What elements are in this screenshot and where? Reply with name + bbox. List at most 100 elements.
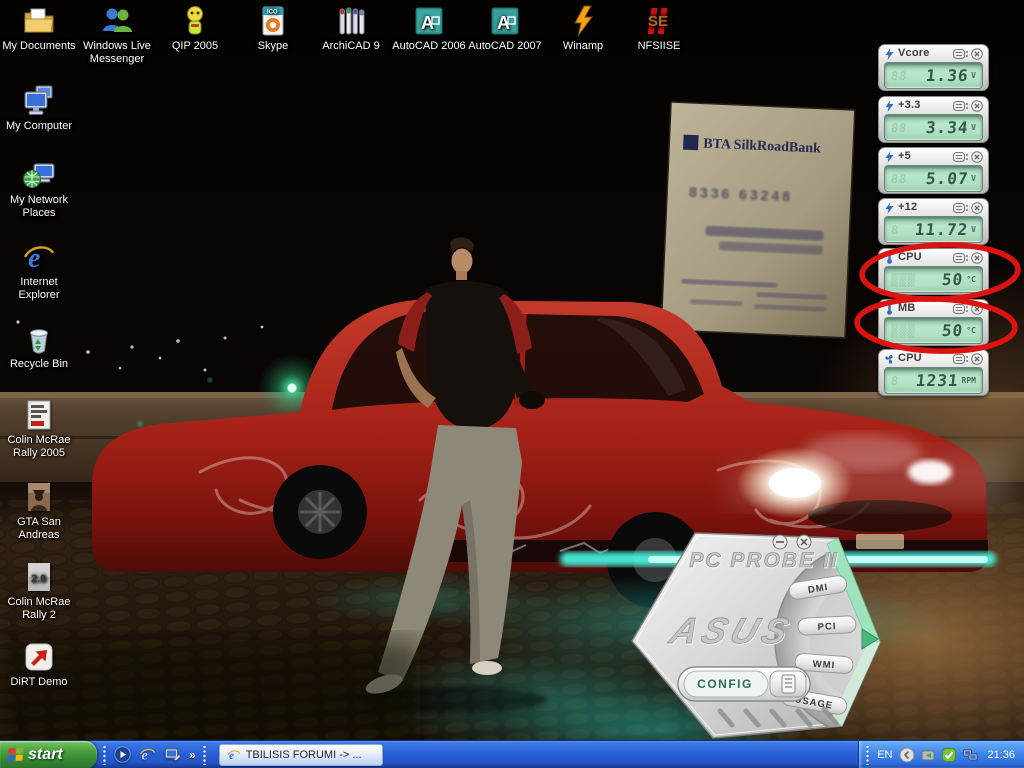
antivirus-tray-icon[interactable] [941, 747, 957, 763]
start-button[interactable]: start [0, 741, 97, 768]
svg-text:CONFIG: CONFIG [697, 677, 753, 691]
lcd-display: 88 3.34 V [884, 114, 983, 141]
lcd-unit: V [971, 174, 976, 183]
sensor-panel-12v[interactable]: +12 8 11.72 V [878, 198, 989, 245]
close-icon[interactable] [971, 151, 983, 163]
desktop-icon-autocad-2007[interactable]: A AutoCAD 2007 [466, 4, 544, 53]
sensor-label: CPU [898, 352, 951, 365]
lcd-value: 5.07 [925, 169, 970, 188]
desktop-icon-qip-2005[interactable]: QIP 2005 [156, 4, 234, 53]
display-mode-icon[interactable] [953, 203, 969, 213]
display-mode-icon[interactable] [953, 354, 969, 364]
desktop-icon-my-network-places[interactable]: My Network Places [0, 158, 78, 220]
icon-label: AutoCAD 2006 [392, 40, 465, 52]
close-icon[interactable] [971, 252, 983, 264]
icon-label: AutoCAD 2007 [468, 40, 541, 52]
svg-text:SE: SE [648, 13, 668, 30]
pc-probe-panel[interactable]: PC PROBE II ASUS DMI PCI WMI USAGE CONFI… [622, 525, 890, 745]
thermometer-icon [884, 252, 895, 264]
thermometer-icon [884, 303, 895, 315]
sensor-panel-cpu-temp[interactable]: CPU ▒▒▒ 50 °C [878, 248, 989, 295]
taskbar-clock: 21:36 [987, 749, 1015, 761]
icon-label: GTA San Andreas [17, 516, 61, 541]
network-tray-icon[interactable] [962, 747, 978, 763]
sensor-panel-3v3[interactable]: +3.3 88 3.34 V [878, 96, 989, 143]
show-desktop-quicklaunch-icon[interactable] [162, 745, 182, 765]
lcd-unit: °C [966, 326, 976, 335]
sensor-panel-cpu-fan[interactable]: CPU 8 1231 RPM [878, 349, 989, 396]
language-indicator[interactable]: EN [875, 749, 894, 761]
close-icon[interactable] [971, 202, 983, 214]
messenger-icon [100, 4, 134, 38]
sensor-panel-5v[interactable]: +5 88 5.07 V [878, 147, 989, 194]
icon-label: QIP 2005 [172, 40, 218, 52]
start-label: start [28, 746, 63, 764]
close-icon[interactable] [971, 100, 983, 112]
icon-label: Colin McRae Rally 2 [8, 596, 71, 621]
sensor-label: Vcore [898, 47, 951, 60]
windows-logo-icon [7, 748, 23, 762]
display-mode-icon[interactable] [953, 304, 969, 314]
asus-logo: ASUS [664, 611, 798, 651]
desktop-icon-archicad-9[interactable]: ArchiCAD 9 [312, 4, 390, 53]
svg-text:ICO: ICO [267, 10, 278, 16]
icon-label: My Network Places [10, 194, 68, 219]
desktop-icon-nfsiise[interactable]: SE NFSIISE [620, 4, 698, 53]
desktop-icon-my-documents[interactable]: My Documents [0, 4, 78, 53]
lcd-ghost: ▒▒▒ [890, 324, 916, 338]
lcd-display: 8 1231 RPM [884, 367, 983, 394]
cmr2005-icon [22, 398, 56, 432]
desktop-icon-internet-explorer[interactable]: e Internet Explorer [0, 240, 78, 302]
media-player-quicklaunch-icon[interactable] [112, 745, 132, 765]
desktop-icon-dirt-demo[interactable]: DiRT Demo [0, 640, 78, 689]
lcd-display: ▒▒▒ 50 °C [884, 266, 983, 293]
display-mode-icon[interactable] [953, 101, 969, 111]
toolbar-overflow-chevron-icon[interactable]: » [187, 748, 198, 762]
toolbar-grip[interactable] [203, 745, 207, 765]
svg-text:PCI: PCI [817, 621, 836, 633]
lcd-display: 88 1.36 V [884, 62, 983, 89]
voltage-icon [884, 202, 895, 214]
taskbar-task-tbilisis-forumi[interactable]: e TBILISIS FORUMI -> ... [219, 744, 383, 766]
display-mode-icon[interactable] [953, 253, 969, 263]
skype-icon: ICO [256, 4, 290, 38]
my-computer-icon [22, 84, 56, 118]
winamp-icon [566, 4, 600, 38]
dirt-icon [22, 640, 56, 674]
lcd-ghost: 88 [890, 121, 908, 135]
probe-close-button[interactable] [797, 535, 811, 549]
hide-tray-icons-chevron-icon[interactable] [899, 747, 915, 763]
desktop-icon-winamp[interactable]: Winamp [544, 4, 622, 53]
desktop-icon-autocad-2006[interactable]: A AutoCAD 2006 [390, 4, 468, 53]
desktop-icon-colin-mcrae-rally-2[interactable]: 2.0 Colin McRae Rally 2 [0, 560, 78, 622]
lcd-value: 50 [941, 270, 964, 289]
config-button[interactable]: CONFIG [678, 667, 810, 701]
config-list-icon[interactable] [770, 671, 806, 697]
sensor-panel-vcore[interactable]: Vcore 88 1.36 V [878, 44, 989, 91]
close-icon[interactable] [971, 353, 983, 365]
sensor-panel-mb-temp[interactable]: MB ▒▒▒ 50 °C [878, 299, 989, 346]
close-icon[interactable] [971, 48, 983, 60]
toolbar-grip[interactable] [103, 745, 107, 765]
display-mode-icon[interactable] [953, 49, 969, 59]
sensor-label: MB [898, 302, 951, 315]
icon-label: My Computer [6, 120, 72, 132]
desktop-icon-windows-live-messenger[interactable]: Windows Live Messenger [78, 4, 156, 66]
display-mode-icon[interactable] [953, 152, 969, 162]
desktop-icon-colin-mcrae-rally-2005[interactable]: Colin McRae Rally 2005 [0, 398, 78, 460]
desktop-icon-gta-san-andreas[interactable]: GTA San Andreas [0, 480, 78, 542]
lcd-unit: RPM [962, 376, 976, 385]
icon-label: Windows Live Messenger [83, 40, 151, 65]
desktop-icon-skype[interactable]: ICO Skype [234, 4, 312, 53]
internet-explorer-quicklaunch-icon[interactable]: e [137, 745, 157, 765]
close-icon[interactable] [971, 303, 983, 315]
task-label: TBILISIS FORUMI -> ... [246, 749, 362, 761]
toolbar-grip[interactable] [866, 745, 870, 765]
probe-button-pci[interactable]: PCI [798, 615, 857, 635]
probe-minimize-button[interactable] [773, 535, 787, 549]
sensor-label: +3.3 [898, 99, 951, 112]
lcd-display: 88 5.07 V [884, 165, 983, 192]
desktop-icon-recycle-bin[interactable]: Recycle Bin [0, 322, 78, 371]
desktop-icon-my-computer[interactable]: My Computer [0, 84, 78, 133]
safely-remove-hardware-tray-icon[interactable] [920, 747, 936, 763]
